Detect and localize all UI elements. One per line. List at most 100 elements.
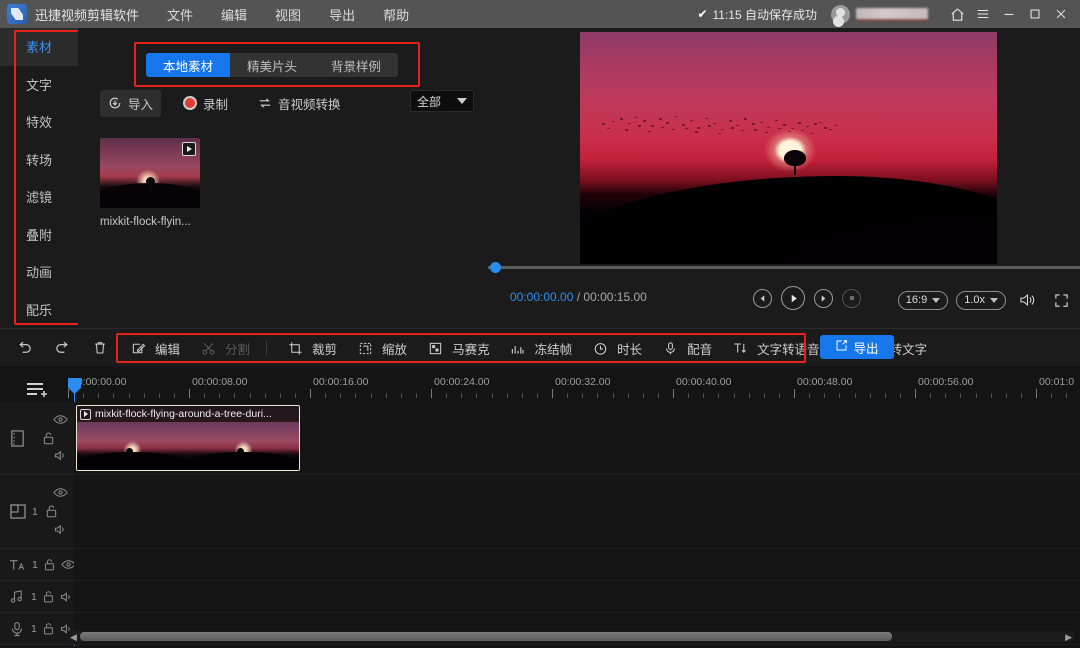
- bird: [835, 125, 838, 126]
- fullscreen-icon[interactable]: [1048, 286, 1074, 314]
- prev-frame-button[interactable]: [753, 289, 772, 308]
- lock-icon[interactable]: [45, 504, 58, 519]
- track-header-pip[interactable]: 1: [0, 475, 74, 549]
- tab-background-samples[interactable]: 背景样例: [314, 53, 398, 77]
- timeline-clip[interactable]: mixkit-flock-flying-around-a-tree-duri..…: [76, 405, 300, 471]
- track-lane-text[interactable]: [74, 549, 1080, 581]
- hamburger-menu-icon[interactable]: [970, 0, 996, 28]
- sidebar-item-animation[interactable]: 动画: [0, 253, 78, 291]
- sidebar-label: 文字: [26, 75, 52, 94]
- sidebar-item-music[interactable]: 配乐: [0, 291, 78, 329]
- edit-icon: [126, 336, 150, 360]
- tab-local-material[interactable]: 本地素材: [146, 53, 230, 77]
- track-lanes: mixkit-flock-flying-around-a-tree-duri..…: [74, 402, 1080, 645]
- play-button[interactable]: [781, 286, 805, 310]
- bird: [697, 127, 700, 128]
- media-filter-dropdown[interactable]: 全部: [410, 90, 474, 112]
- tool-edit[interactable]: 编辑: [126, 336, 180, 360]
- menu-help[interactable]: 帮助: [383, 5, 409, 24]
- tool-freeze-frame[interactable]: 冻结帧: [506, 336, 573, 360]
- menu-edit[interactable]: 编辑: [221, 5, 247, 24]
- lock-icon[interactable]: [42, 590, 55, 604]
- stop-button[interactable]: [842, 289, 861, 308]
- bird: [775, 120, 778, 121]
- track-lane-music[interactable]: [74, 581, 1080, 613]
- sidebar-item-filters[interactable]: 滤镜: [0, 178, 78, 216]
- ruler-tick: [718, 393, 719, 398]
- title-bar-right: ✔ 11:15 自动保存成功: [697, 0, 1080, 28]
- track-headers: 1 1: [0, 402, 74, 645]
- speaker-icon[interactable]: [54, 523, 68, 536]
- tool-label: 时长: [617, 339, 642, 358]
- undo-icon[interactable]: [12, 336, 36, 360]
- ruler-tick: [688, 393, 689, 398]
- redo-icon[interactable]: [50, 336, 74, 360]
- menu-view[interactable]: 视图: [275, 5, 301, 24]
- speaker-icon[interactable]: [54, 449, 68, 462]
- track-header-video[interactable]: [0, 402, 74, 475]
- timeline-ruler[interactable]: 00:00:00.0000:00:08.0000:00:16.0000:00:2…: [68, 376, 1080, 402]
- maximize-icon[interactable]: [1022, 0, 1048, 28]
- lock-icon[interactable]: [42, 431, 55, 446]
- ruler-tick-major: [310, 389, 311, 398]
- media-item[interactable]: mixkit-flock-flyin...: [100, 138, 200, 228]
- track-count: 1: [32, 506, 38, 518]
- scroll-right-arrow[interactable]: ▶: [1065, 632, 1072, 643]
- tool-scale[interactable]: 缩放: [353, 336, 407, 360]
- menu-file[interactable]: 文件: [167, 5, 193, 24]
- export-button[interactable]: 导出: [820, 335, 894, 359]
- track-header-text[interactable]: 1: [0, 549, 74, 581]
- tab-intro-templates[interactable]: 精美片头: [230, 53, 314, 77]
- delete-icon[interactable]: [88, 336, 112, 360]
- close-icon[interactable]: [1048, 0, 1074, 28]
- home-icon[interactable]: [944, 0, 970, 28]
- sidebar-item-effects[interactable]: 特效: [0, 103, 78, 141]
- sidebar-item-text[interactable]: 文字: [0, 66, 78, 104]
- eye-icon[interactable]: [53, 414, 68, 425]
- avatar[interactable]: [831, 5, 850, 24]
- aspect-ratio-value: 16:9: [906, 294, 927, 306]
- track-lane-video[interactable]: mixkit-flock-flying-around-a-tree-duri..…: [74, 402, 1080, 475]
- lock-icon[interactable]: [42, 622, 55, 636]
- timeline-horizontal-scrollbar[interactable]: ◀ ▶: [68, 631, 1074, 642]
- preview-video[interactable]: [580, 32, 997, 264]
- tool-duration[interactable]: 时长: [588, 336, 642, 360]
- record-button[interactable]: 录制: [175, 90, 236, 117]
- tool-text-to-speech[interactable]: 文字转语音: [728, 336, 820, 360]
- scrubber-knob[interactable]: [490, 262, 501, 273]
- aspect-ratio-dropdown[interactable]: 16:9: [898, 291, 948, 310]
- av-convert-button[interactable]: 音视频转换: [250, 90, 349, 117]
- preview-scrubber[interactable]: [488, 266, 1080, 269]
- sidebar-item-transitions[interactable]: 转场: [0, 141, 78, 179]
- ruler-tick: [83, 393, 84, 398]
- bird: [819, 122, 822, 123]
- next-frame-button[interactable]: [814, 289, 833, 308]
- tool-mosaic[interactable]: 马赛克: [423, 336, 490, 360]
- lock-icon[interactable]: [43, 558, 56, 572]
- sidebar-item-material[interactable]: 素材: [0, 28, 78, 66]
- bird: [659, 118, 662, 119]
- ruler-tick: [355, 393, 356, 398]
- timeline-panel: 00:00:00.0000:00:08.0000:00:16.0000:00:2…: [0, 366, 1080, 648]
- scrollbar-thumb[interactable]: [80, 632, 892, 641]
- tool-crop[interactable]: 裁剪: [283, 336, 337, 360]
- speed-dropdown[interactable]: 1.0x: [956, 291, 1006, 310]
- ruler-tick: [1006, 393, 1007, 398]
- media-item-label: mixkit-flock-flyin...: [100, 216, 200, 228]
- minimize-icon[interactable]: [996, 0, 1022, 28]
- scroll-left-arrow[interactable]: ◀: [70, 632, 77, 643]
- sidebar-item-overlay[interactable]: 叠附: [0, 216, 78, 254]
- menu-export[interactable]: 导出: [329, 5, 355, 24]
- track-header-mic[interactable]: 1: [0, 613, 74, 645]
- track-lane-pip[interactable]: [74, 475, 1080, 549]
- ruler-tick-major: [431, 389, 432, 398]
- tool-voiceover[interactable]: 配音: [658, 336, 712, 360]
- eye-icon[interactable]: [53, 487, 68, 498]
- export-label: 导出: [853, 338, 878, 357]
- volume-icon[interactable]: [1014, 286, 1040, 314]
- tab-label: 背景样例: [331, 56, 381, 75]
- speaker-icon[interactable]: [60, 591, 74, 603]
- import-button[interactable]: 导入: [100, 90, 161, 117]
- tool-split[interactable]: 分割: [196, 336, 250, 360]
- track-header-music[interactable]: 1: [0, 581, 74, 613]
